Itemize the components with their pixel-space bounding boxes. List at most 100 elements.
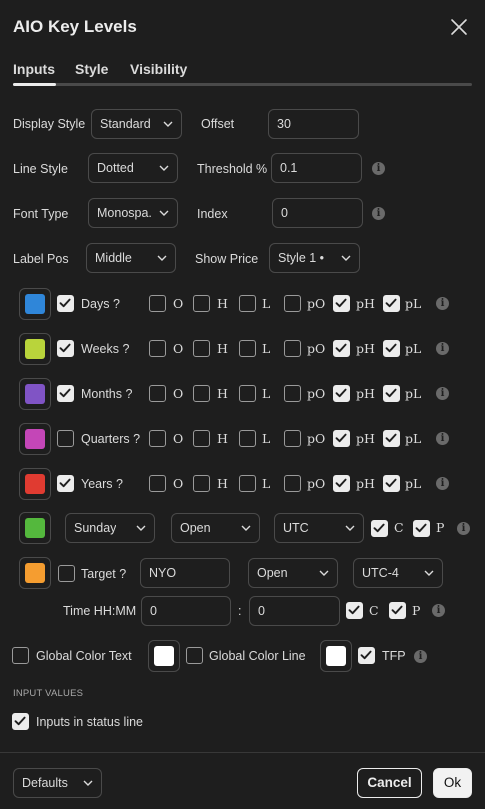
show-price-select[interactable]: Style 1 • — [269, 243, 360, 273]
years-enabled-checkbox[interactable] — [57, 475, 74, 492]
weeks-h-checkbox[interactable] — [193, 340, 210, 357]
days-enabled-checkbox[interactable] — [57, 295, 74, 312]
session-p-checkbox[interactable] — [413, 520, 430, 537]
global-color-line-checkbox[interactable] — [186, 647, 203, 664]
months-po-checkbox[interactable] — [284, 385, 301, 402]
tab-style[interactable]: Style — [75, 61, 108, 77]
info-icon[interactable]: i — [436, 432, 449, 445]
session-color-swatch[interactable] — [19, 512, 51, 544]
months-color-swatch[interactable] — [19, 378, 51, 410]
quarters-po-checkbox[interactable] — [284, 430, 301, 447]
months-pl-checkbox[interactable] — [383, 385, 400, 402]
offset-input[interactable]: 30 — [268, 109, 359, 139]
info-icon[interactable]: i — [436, 297, 449, 310]
quarters-ph-checkbox[interactable] — [333, 430, 350, 447]
target-color-fill — [25, 563, 45, 583]
session-tz-select[interactable]: UTC — [274, 513, 364, 543]
session-color-fill — [25, 518, 45, 538]
months-o-checkbox[interactable] — [149, 385, 166, 402]
global-text-color-swatch[interactable] — [148, 640, 180, 672]
target-tz-select[interactable]: UTC-4 — [353, 558, 443, 588]
global-line-color-swatch[interactable] — [320, 640, 352, 672]
days-o-label: O — [173, 296, 184, 311]
global-color-line-label: Global Color Line — [209, 649, 306, 663]
time-hh-input[interactable]: 0 — [141, 596, 231, 626]
weeks-o-checkbox[interactable] — [149, 340, 166, 357]
show-price-label: Show Price — [195, 252, 259, 266]
days-pl-checkbox[interactable] — [383, 295, 400, 312]
info-icon[interactable]: i — [436, 387, 449, 400]
weeks-po-checkbox[interactable] — [284, 340, 301, 357]
days-o-checkbox[interactable] — [149, 295, 166, 312]
global-color-text-checkbox[interactable] — [12, 647, 29, 664]
defaults-dropdown[interactable]: Defaults — [13, 768, 102, 798]
tfp-checkbox[interactable] — [358, 647, 375, 664]
quarters-h-checkbox[interactable] — [193, 430, 210, 447]
line-style-select[interactable]: Dotted — [88, 153, 178, 183]
days-po-checkbox[interactable] — [284, 295, 301, 312]
tab-inputs[interactable]: Inputs — [13, 61, 55, 77]
time-c-checkbox[interactable] — [346, 602, 363, 619]
info-icon[interactable]: i — [436, 342, 449, 355]
time-mm-input[interactable]: 0 — [249, 596, 340, 626]
months-ph-checkbox[interactable] — [333, 385, 350, 402]
ok-button[interactable]: Ok — [433, 768, 472, 798]
months-enabled-checkbox[interactable] — [57, 385, 74, 402]
quarters-enabled-checkbox[interactable] — [57, 430, 74, 447]
info-icon[interactable]: i — [457, 522, 470, 535]
weeks-ph-checkbox[interactable] — [333, 340, 350, 357]
days-color-fill — [25, 294, 45, 314]
time-p-checkbox[interactable] — [389, 602, 406, 619]
months-l-label: L — [262, 386, 271, 401]
months-l-checkbox[interactable] — [239, 385, 256, 402]
years-l-checkbox[interactable] — [239, 475, 256, 492]
years-pl-checkbox[interactable] — [383, 475, 400, 492]
info-icon[interactable]: i — [414, 650, 427, 663]
target-color-swatch[interactable] — [19, 557, 51, 589]
target-checkbox[interactable] — [58, 565, 75, 582]
quarters-o-checkbox[interactable] — [149, 430, 166, 447]
weeks-enabled-checkbox[interactable] — [57, 340, 74, 357]
line-style-label: Line Style — [13, 162, 68, 176]
info-icon[interactable]: i — [432, 604, 445, 617]
chevron-down-icon — [341, 255, 351, 261]
label-pos-select[interactable]: Middle — [86, 243, 176, 273]
session-day-select[interactable]: Sunday — [65, 513, 155, 543]
session-mode-select[interactable]: Open — [171, 513, 260, 543]
info-icon[interactable]: i — [372, 162, 385, 175]
close-icon[interactable] — [449, 17, 469, 37]
inputs-in-status-line-checkbox[interactable] — [12, 713, 29, 730]
index-input[interactable]: 0 — [272, 198, 363, 228]
threshold-input[interactable]: 0.1 — [271, 153, 362, 183]
weeks-l-checkbox[interactable] — [239, 340, 256, 357]
time-label: Time HH:MM — [63, 604, 137, 618]
info-icon[interactable]: i — [372, 207, 385, 220]
days-h-checkbox[interactable] — [193, 295, 210, 312]
info-icon[interactable]: i — [436, 477, 449, 490]
cancel-button[interactable]: Cancel — [357, 768, 422, 798]
years-h-checkbox[interactable] — [193, 475, 210, 492]
months-h-checkbox[interactable] — [193, 385, 210, 402]
target-market-input[interactable]: NYO — [140, 558, 230, 588]
quarters-pl-checkbox[interactable] — [383, 430, 400, 447]
time-separator: : — [238, 604, 242, 618]
display-style-select[interactable]: Standard — [91, 109, 182, 139]
session-c-checkbox[interactable] — [371, 520, 388, 537]
target-mode-select[interactable]: Open — [248, 558, 338, 588]
weeks-color-swatch[interactable] — [19, 333, 51, 365]
tab-visibility[interactable]: Visibility — [130, 61, 187, 77]
years-o-checkbox[interactable] — [149, 475, 166, 492]
quarters-color-swatch[interactable] — [19, 423, 51, 455]
weeks-pl-checkbox[interactable] — [383, 340, 400, 357]
years-po-checkbox[interactable] — [284, 475, 301, 492]
tab-active-indicator — [13, 83, 56, 86]
days-l-checkbox[interactable] — [239, 295, 256, 312]
font-type-select[interactable]: Monospa... — [88, 198, 178, 228]
threshold-label: Threshold % — [197, 162, 268, 176]
font-type-value: Monospa... — [97, 206, 153, 220]
days-color-swatch[interactable] — [19, 288, 51, 320]
quarters-l-checkbox[interactable] — [239, 430, 256, 447]
years-ph-checkbox[interactable] — [333, 475, 350, 492]
days-ph-checkbox[interactable] — [333, 295, 350, 312]
years-color-swatch[interactable] — [19, 468, 51, 500]
